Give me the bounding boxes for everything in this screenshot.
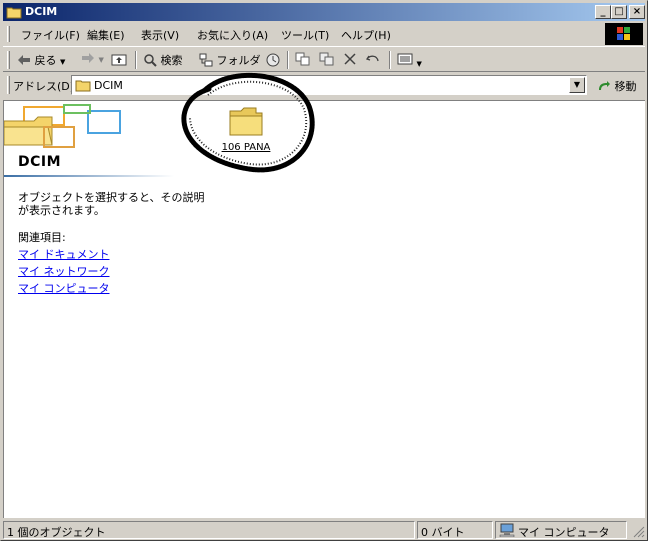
forward-dropdown-icon[interactable]: ▼ <box>99 56 104 64</box>
folder-icon <box>6 7 22 19</box>
minimize-button[interactable]: _ <box>595 5 611 19</box>
menu-grip[interactable] <box>7 26 10 42</box>
back-label: 戻る <box>34 54 57 67</box>
move-to-button[interactable] <box>295 52 311 69</box>
menu-edit[interactable]: 編集(E) <box>87 27 125 43</box>
folder-name-label: 106 PANA <box>221 142 271 153</box>
back-dropdown-icon[interactable]: ▼ <box>60 58 65 66</box>
views-button[interactable]: ▼ <box>397 52 422 69</box>
up-folder-icon <box>111 54 127 66</box>
menu-bar: ファイル(F) 編集(E) 表示(V) お気に入り(A) ツール(T) ヘルプ(… <box>3 23 603 44</box>
standard-toolbar: 戻る ▼ ▼ 検索 フォルダ ▼ <box>3 46 645 72</box>
status-zone-label: マイ コンピュータ <box>518 526 610 539</box>
status-object-count: 1 個のオブジェクト <box>3 521 415 539</box>
undo-icon <box>365 55 379 62</box>
toolbar-separator <box>287 51 289 69</box>
forward-button[interactable]: ▼ <box>81 52 104 65</box>
back-button[interactable]: 戻る ▼ <box>17 52 65 68</box>
copy-to-button[interactable] <box>319 52 335 69</box>
delete-button[interactable] <box>343 52 357 69</box>
link-my-computer[interactable]: マイ コンピュータ <box>18 280 110 296</box>
status-size: 0 バイト <box>417 521 493 539</box>
folder-icon <box>229 107 263 136</box>
status-bar: 1 個のオブジェクト 0 バイト マイ コンピュータ <box>3 520 645 540</box>
folder-tree-icon <box>199 53 213 67</box>
file-view-pane[interactable]: DCIM オブジェクトを選択すると、その説明が表示されます。 関連項目: マイ … <box>3 72 645 518</box>
search-button[interactable]: 検索 <box>143 52 183 68</box>
folder-item-106-pana[interactable]: 106 PANA <box>216 103 276 159</box>
folders-button[interactable]: フォルダ <box>199 52 261 68</box>
views-dropdown-icon[interactable]: ▼ <box>417 60 422 68</box>
resize-grip-icon[interactable] <box>631 524 645 538</box>
delete-icon <box>344 53 356 65</box>
history-button[interactable] <box>265 52 281 68</box>
up-folder-button[interactable] <box>111 52 127 69</box>
sidebar-divider <box>4 175 174 177</box>
go-label: 移動 <box>614 80 637 93</box>
title-bar[interactable]: DCIM _ □ × <box>3 3 645 21</box>
search-label: 検索 <box>160 54 183 67</box>
maximize-button[interactable]: □ <box>611 5 627 19</box>
menu-help[interactable]: ヘルプ(H) <box>341 27 391 43</box>
menu-view[interactable]: 表示(V) <box>141 27 179 43</box>
computer-icon <box>499 523 515 537</box>
go-arrow-icon <box>599 81 610 90</box>
history-icon <box>266 53 280 67</box>
window-title: DCIM <box>25 5 58 18</box>
menu-tools[interactable]: ツール(T) <box>281 27 329 43</box>
forward-arrow-icon <box>82 53 94 63</box>
views-icon <box>397 53 413 65</box>
back-arrow-icon <box>18 55 30 65</box>
link-my-network[interactable]: マイ ネットワーク <box>18 263 110 279</box>
folder-icon <box>75 80 91 92</box>
search-icon <box>144 54 157 67</box>
go-button[interactable]: 移動 <box>597 78 637 94</box>
address-grip[interactable] <box>7 76 10 94</box>
sidebar-title: DCIM <box>18 154 62 170</box>
undo-button[interactable] <box>365 52 381 69</box>
close-button[interactable]: × <box>629 5 645 19</box>
status-zone: マイ コンピュータ <box>495 521 627 539</box>
toolbar-grip[interactable] <box>7 51 10 69</box>
address-value: DCIM <box>94 79 123 92</box>
address-bar: アドレス(D) DCIM ▼ 移動 <box>3 73 645 98</box>
toolbar-separator <box>135 51 137 69</box>
windows-logo-icon <box>605 23 643 45</box>
link-my-documents[interactable]: マイ ドキュメント <box>18 246 110 262</box>
move-to-icon <box>295 52 310 66</box>
toolbar-separator <box>389 51 391 69</box>
address-dropdown-button[interactable]: ▼ <box>569 77 585 93</box>
folders-label: フォルダ <box>216 54 261 67</box>
menu-favorites[interactable]: お気に入り(A) <box>197 27 268 43</box>
menu-file[interactable]: ファイル(F) <box>21 27 80 43</box>
address-label: アドレス(D) <box>13 80 75 93</box>
copy-to-icon <box>319 52 334 66</box>
related-label: 関連項目: <box>18 231 66 244</box>
address-input[interactable]: DCIM ▼ <box>71 75 587 95</box>
explorer-window: DCIM _ □ × ファイル(F) 編集(E) 表示(V) お気に入り(A) … <box>0 0 648 541</box>
